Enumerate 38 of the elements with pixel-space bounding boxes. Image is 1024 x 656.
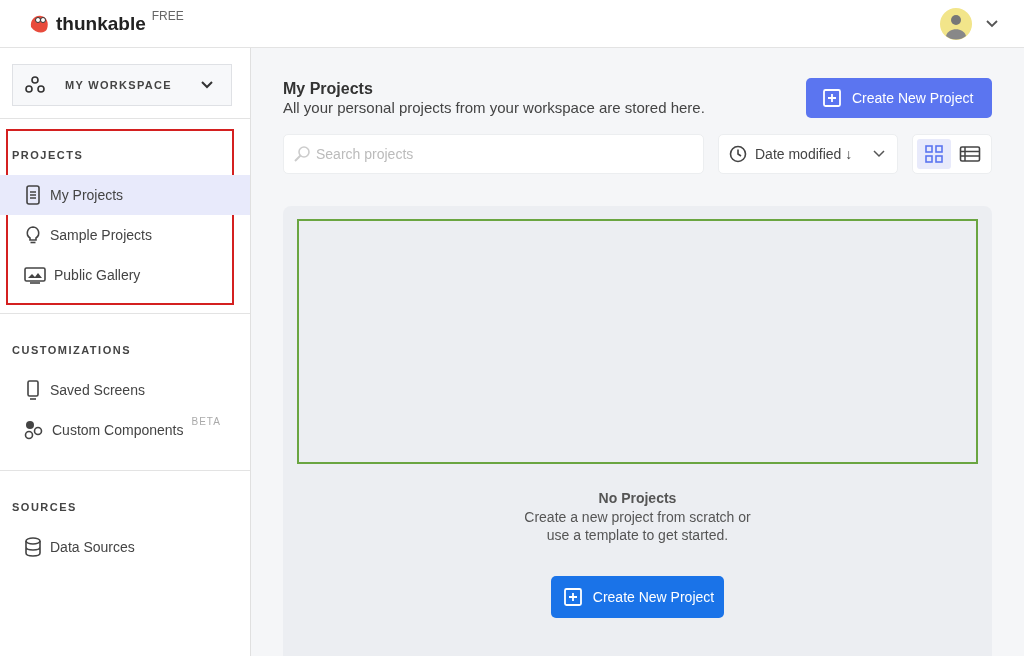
page-subtitle: All your personal projects from your workspace are stored here. — [283, 99, 705, 116]
sidebar-item[interactable]: Public Gallery — [0, 255, 250, 295]
lightbulb-icon — [24, 225, 42, 245]
section-heading: SOURCES — [11, 500, 78, 515]
sidebar-item[interactable]: Saved Screens — [0, 370, 250, 410]
beta-label: BETA — [191, 416, 221, 427]
create-project-button[interactable]: Create New Project — [806, 78, 992, 118]
grid-icon — [924, 144, 944, 164]
sort-dropdown[interactable]: Date modified ↓ — [718, 134, 898, 174]
phone-icon — [24, 380, 42, 400]
sidebar-item[interactable]: Custom Components $^{BETA}$ — [0, 410, 250, 450]
search-icon — [293, 145, 311, 163]
avatar[interactable] — [940, 7, 972, 40]
phone-icon — [24, 185, 42, 205]
plus-square-icon — [822, 88, 842, 108]
clock-icon — [729, 145, 747, 163]
section-heading: CUSTOMIZATIONS — [11, 343, 132, 358]
chevron-down-icon — [201, 81, 213, 89]
empty-text: Create a new project from scratch or use a template to get started. — [523, 508, 752, 544]
chevron-down-icon[interactable] — [986, 19, 998, 28]
gallery-icon — [24, 266, 46, 284]
page-title: My Projects — [283, 80, 374, 98]
brand-name: thunkable — [56, 12, 146, 35]
plan-label: FREE — [151, 8, 184, 23]
chevron-down-icon — [873, 150, 885, 158]
list-icon — [959, 145, 981, 163]
circles-icon — [24, 420, 44, 440]
sidebar-item[interactable]: Data Sources — [0, 527, 250, 567]
workspace-icon — [25, 76, 45, 94]
sidebar-item[interactable]: My Projects — [0, 175, 250, 215]
section-heading: PROJECTS — [11, 148, 85, 163]
create-project-button[interactable]: Create New Project — [550, 576, 725, 618]
empty-title: No Projects — [598, 490, 677, 506]
sidebar-item[interactable]: Sample Projects — [0, 215, 250, 255]
search-field[interactable]: Search projects — [283, 134, 704, 174]
workspace-dropdown[interactable]: MY WORKSPACE — [12, 64, 232, 106]
database-icon — [24, 537, 42, 557]
plus-square-icon — [562, 587, 583, 607]
